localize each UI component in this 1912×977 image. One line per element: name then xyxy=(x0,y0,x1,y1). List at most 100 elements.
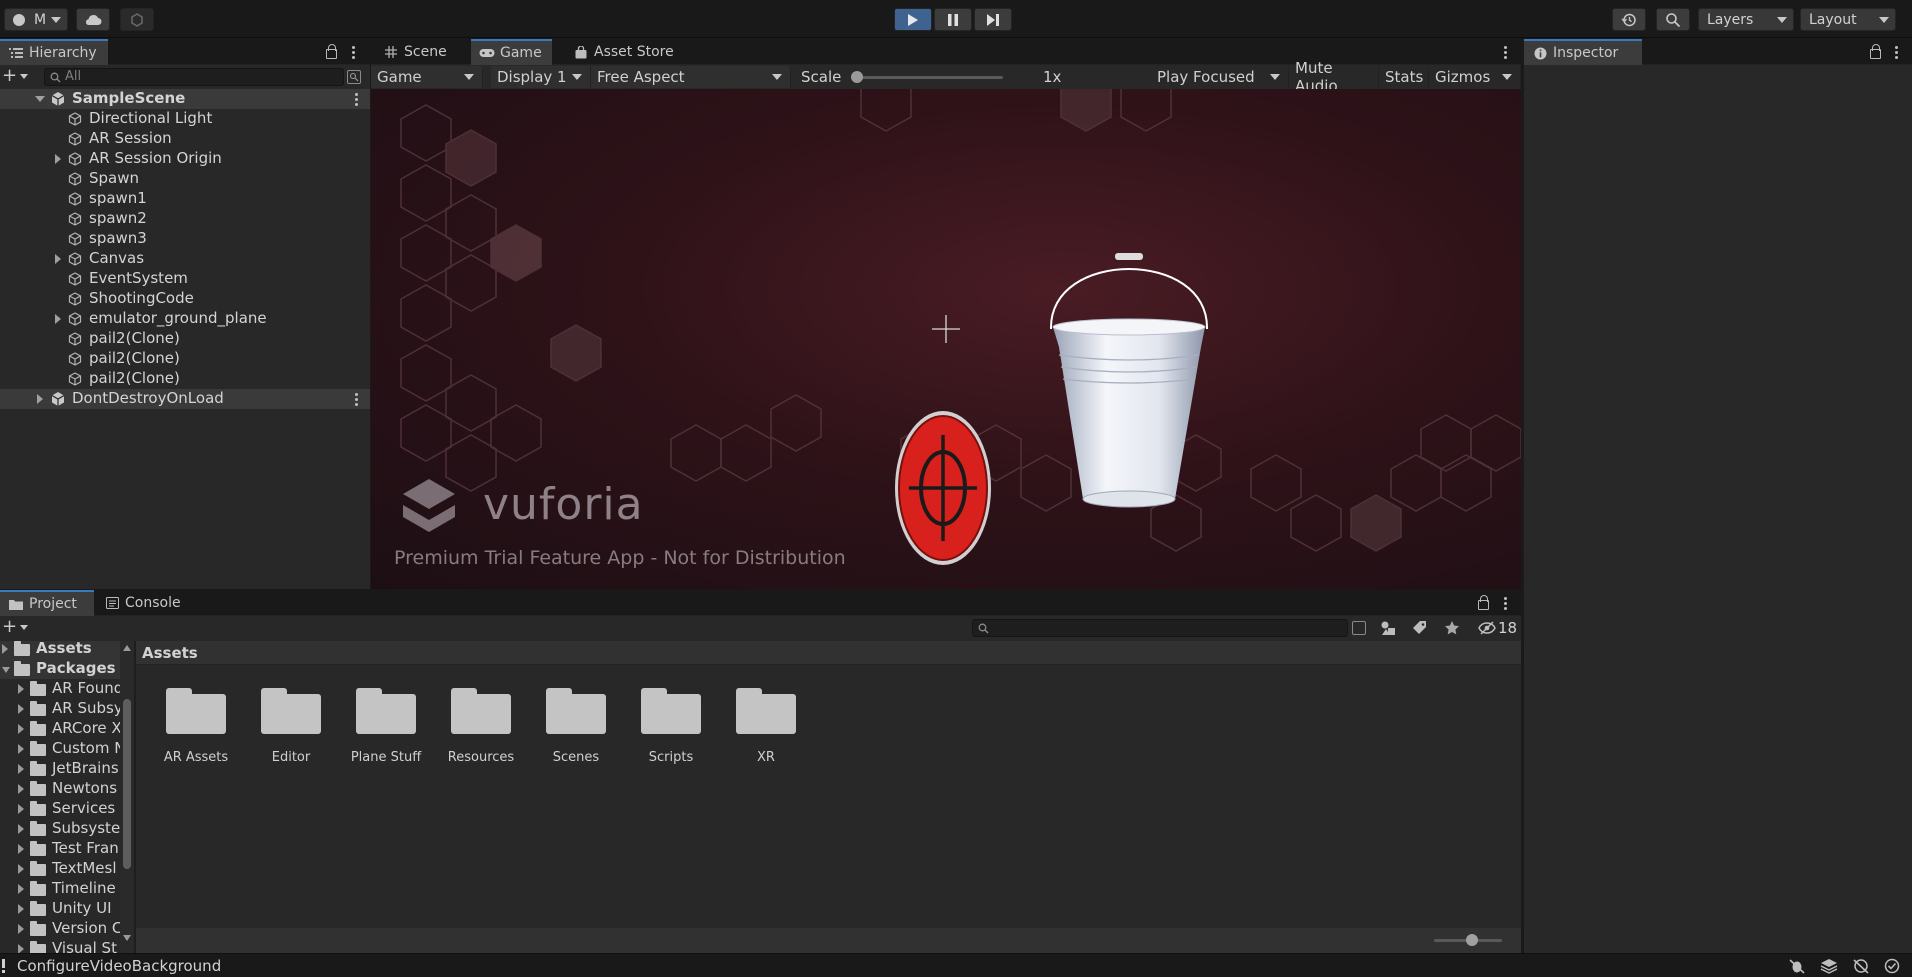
more-options-icon[interactable] xyxy=(1894,46,1898,59)
asset-folder[interactable]: Scripts xyxy=(621,666,721,766)
tab-hierarchy[interactable]: Hierarchy xyxy=(0,39,108,65)
expand-arrow-icon[interactable] xyxy=(18,724,24,734)
hierarchy-item[interactable]: emulator_ground_plane xyxy=(0,309,372,329)
hierarchy-scene-row[interactable]: SampleScene xyxy=(0,89,372,109)
mute-audio-toggle[interactable]: Mute Audio xyxy=(1289,59,1379,95)
asset-folder[interactable]: XR xyxy=(716,666,816,766)
step-button[interactable] xyxy=(974,8,1012,31)
lock-icon[interactable] xyxy=(1478,595,1489,610)
scroll-up-arrow-icon[interactable] xyxy=(123,645,131,651)
hierarchy-item[interactable]: Spawn xyxy=(0,169,372,189)
search-options-button[interactable] xyxy=(1352,621,1366,635)
network-off-icon[interactable] xyxy=(1852,958,1870,974)
play-mode-selector[interactable]: Play Focused xyxy=(1151,66,1289,88)
account-dropdown[interactable]: M xyxy=(4,8,68,31)
expand-arrow-icon[interactable] xyxy=(18,824,24,834)
more-options-icon[interactable] xyxy=(354,93,358,106)
create-button[interactable]: + xyxy=(2,618,32,637)
status-message[interactable]: ConfigureVideoBackground xyxy=(17,957,221,975)
pause-button[interactable] xyxy=(934,8,972,31)
divider[interactable] xyxy=(370,39,371,589)
hierarchy-item[interactable]: ShootingCode xyxy=(0,289,372,309)
hierarchy-item[interactable]: pail2(Clone) xyxy=(0,369,372,389)
hierarchy-item[interactable]: spawn2 xyxy=(0,209,372,229)
breadcrumb-assets[interactable]: Assets xyxy=(142,644,198,662)
hierarchy-item[interactable]: pail2(Clone) xyxy=(0,349,372,369)
create-button[interactable]: + xyxy=(2,67,32,86)
play-button[interactable] xyxy=(894,8,932,31)
favorite-star-icon[interactable] xyxy=(1444,620,1460,636)
asset-folder[interactable]: Resources xyxy=(431,666,531,766)
expand-arrow-icon[interactable] xyxy=(55,314,61,324)
layers-stack-icon[interactable] xyxy=(1820,958,1838,974)
tab-inspector[interactable]: Inspector xyxy=(1524,39,1642,65)
lock-icon[interactable] xyxy=(1870,44,1881,59)
project-tree-item[interactable]: Version C xyxy=(0,919,130,939)
tab-project[interactable]: Project xyxy=(0,590,94,616)
project-tree-item[interactable]: Services xyxy=(0,799,130,819)
expand-arrow-icon[interactable] xyxy=(2,644,8,654)
expand-arrow-icon[interactable] xyxy=(18,844,24,854)
project-tree-item[interactable]: Timeline xyxy=(0,879,130,899)
debug-bug-icon[interactable] xyxy=(1788,958,1806,974)
hierarchy-item[interactable]: AR Session xyxy=(0,129,372,149)
aspect-selector[interactable]: Free Aspect xyxy=(591,66,791,88)
hierarchy-item[interactable]: Directional Light xyxy=(0,109,372,129)
asset-folder[interactable]: AR Assets xyxy=(146,666,246,766)
collab-button[interactable] xyxy=(120,8,154,31)
more-options-icon[interactable] xyxy=(354,393,358,406)
icon-size-slider[interactable] xyxy=(1434,934,1502,946)
hierarchy-item[interactable]: spawn1 xyxy=(0,189,372,209)
search-options-button[interactable] xyxy=(347,70,361,84)
layout-dropdown[interactable]: Layout xyxy=(1800,8,1896,31)
project-tree-item[interactable]: Packages xyxy=(0,659,130,679)
project-tree-item[interactable]: Visual St xyxy=(0,939,130,953)
tree-scrollbar[interactable] xyxy=(120,641,134,953)
search-button[interactable] xyxy=(1656,8,1690,31)
asset-folder[interactable]: Editor xyxy=(241,666,341,766)
expand-arrow-icon[interactable] xyxy=(55,154,61,164)
tab-game[interactable]: Game xyxy=(471,39,552,65)
asset-folder[interactable]: Plane Stuff xyxy=(336,666,436,766)
layers-dropdown[interactable]: Layers xyxy=(1698,8,1794,31)
project-search-field[interactable] xyxy=(972,619,1348,637)
project-tree-item[interactable]: AR Found xyxy=(0,679,130,699)
expand-arrow-icon[interactable] xyxy=(55,254,61,264)
hierarchy-item[interactable]: Canvas xyxy=(0,249,372,269)
project-tree-item[interactable]: Subsyste xyxy=(0,819,130,839)
shoot-button[interactable] xyxy=(893,409,993,567)
check-circle-icon[interactable] xyxy=(1884,958,1900,974)
project-tree-item[interactable]: Assets xyxy=(0,641,130,659)
hidden-packages-toggle[interactable]: 18 xyxy=(1478,619,1518,637)
expand-arrow-icon[interactable] xyxy=(18,704,24,714)
filter-by-type-icon[interactable] xyxy=(1380,620,1396,636)
expand-arrow-icon[interactable] xyxy=(18,904,24,914)
project-tree-item[interactable]: Test Fran xyxy=(0,839,130,859)
project-tree-item[interactable]: AR Subsy xyxy=(0,699,130,719)
filter-by-label-icon[interactable] xyxy=(1412,620,1428,636)
more-options-icon[interactable] xyxy=(1503,597,1507,610)
cloud-button[interactable] xyxy=(76,8,110,31)
hierarchy-dontdestroy-row[interactable]: DontDestroyOnLoad xyxy=(0,389,372,409)
scale-slider[interactable] xyxy=(851,71,1003,83)
stats-toggle[interactable]: Stats xyxy=(1379,66,1429,88)
icon-size-slider-handle[interactable] xyxy=(1466,934,1478,946)
scale-slider-handle[interactable] xyxy=(851,71,863,83)
expand-arrow-icon[interactable] xyxy=(18,684,24,694)
hierarchy-item[interactable]: AR Session Origin xyxy=(0,149,372,169)
game-render-view[interactable]: vuforia Premium Trial Feature App - Not … xyxy=(371,89,1521,589)
expand-arrow-icon[interactable] xyxy=(37,394,43,404)
expand-arrow-icon[interactable] xyxy=(18,744,24,754)
hierarchy-item[interactable]: EventSystem xyxy=(0,269,372,289)
more-options-icon[interactable] xyxy=(1503,46,1507,59)
tab-asset-store[interactable]: Asset Store xyxy=(565,39,684,65)
project-tree-item[interactable]: Custom N xyxy=(0,739,130,759)
gizmos-toggle[interactable]: Gizmos xyxy=(1429,66,1521,88)
scrollbar-thumb[interactable] xyxy=(123,699,131,869)
expand-arrow-icon[interactable] xyxy=(18,864,24,874)
expand-arrow-icon[interactable] xyxy=(18,804,24,814)
project-tree-item[interactable]: Unity UI xyxy=(0,899,130,919)
expand-arrow-icon[interactable] xyxy=(18,944,24,953)
divider[interactable] xyxy=(1521,39,1524,953)
expand-arrow-icon[interactable] xyxy=(18,884,24,894)
